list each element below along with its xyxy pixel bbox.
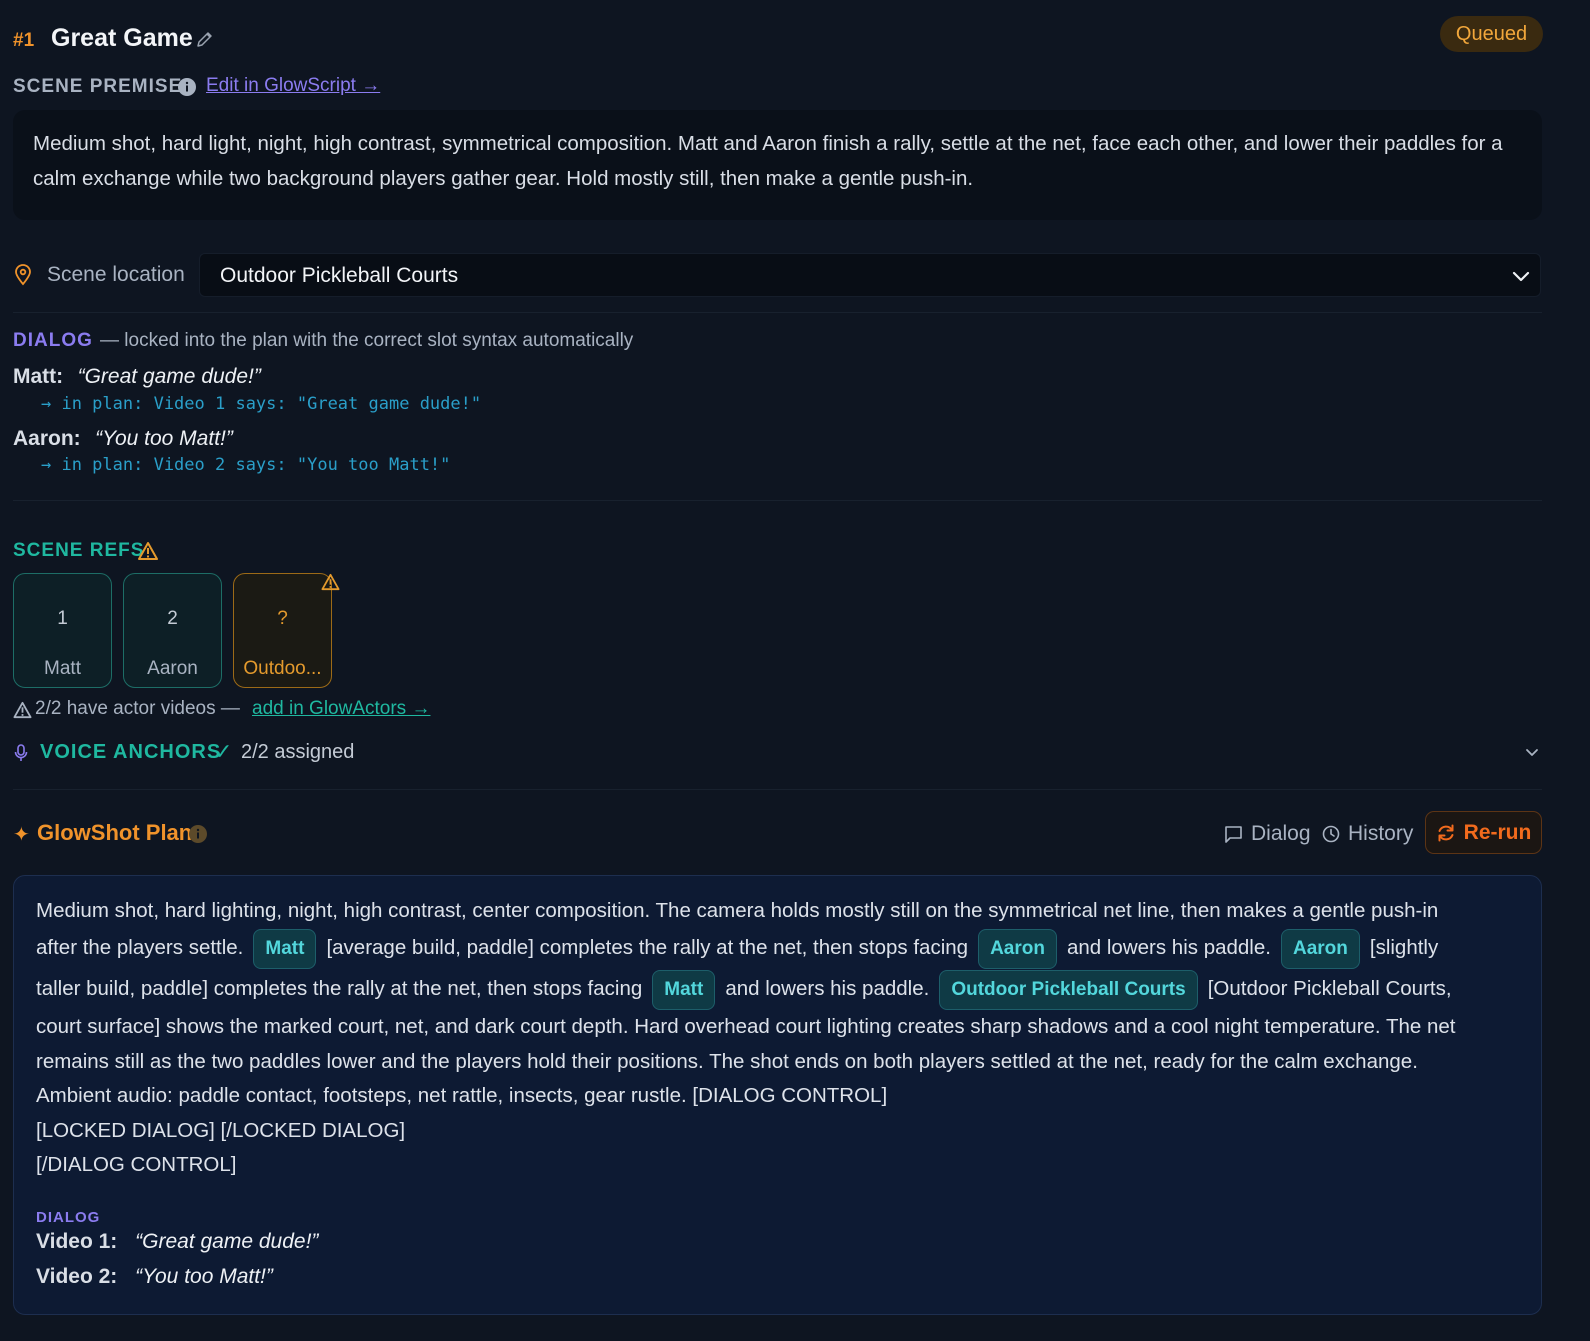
ref-name: Aaron [147, 658, 198, 679]
voice-anchors-label: VOICE ANCHORS [40, 741, 222, 763]
premise-label: SCENE PREMISE [13, 76, 183, 97]
chat-bubble-icon [1225, 825, 1242, 843]
plan-line: Ambient audio: paddle contact, footsteps… [36, 1084, 888, 1107]
rerun-button-label: Re-run [1463, 820, 1532, 844]
plan-line: [/DIALOG CONTROL] [36, 1153, 237, 1176]
scene-premise-text[interactable]: Medium shot, hard light, night, high con… [13, 110, 1542, 220]
dialog-quote: “Great game dude!” [77, 365, 261, 388]
dialog-button-label: Dialog [1251, 822, 1311, 845]
warning-icon [138, 542, 158, 560]
dialog-line: Matt: “Great game dude!” [13, 365, 261, 389]
info-icon[interactable] [188, 824, 208, 844]
history-button-label: History [1348, 822, 1414, 845]
dialog-plan-mapping: → in plan: Video 2 says: "You too Matt!" [41, 455, 451, 475]
warning-icon [13, 701, 32, 719]
divider [13, 789, 1542, 790]
dialog-label: DIALOG [13, 330, 93, 351]
chevron-down-icon[interactable] [1522, 744, 1542, 762]
divider [13, 500, 1542, 501]
ref-number: 1 [57, 608, 68, 629]
scene-ref-card[interactable]: 2 Aaron [123, 573, 222, 688]
plan-text-segment: taller build, paddle] completes the rall… [36, 977, 643, 1001]
scene-location-label: Scene location [47, 263, 185, 286]
plan-dialog-label: DIALOG [36, 1208, 101, 1226]
dialog-line: Aaron: “You too Matt!” [13, 427, 233, 451]
add-in-glowactors-link[interactable]: add in GlowActors → [252, 698, 430, 720]
refresh-icon [1438, 824, 1454, 841]
status-badge: Queued [1440, 16, 1543, 52]
actor-videos-status: 2/2 have actor videos — [35, 698, 240, 719]
scene-number: #1 [13, 30, 35, 51]
warning-icon [321, 573, 340, 591]
scene-refs-label: SCENE REFS [13, 540, 145, 561]
scene-location-value: Outdoor Pickleball Courts [220, 264, 459, 287]
scene-ref-card-missing[interactable]: ? Outdoo... [233, 573, 332, 688]
plan-line: Medium shot, hard lighting, night, high … [36, 899, 1439, 922]
ref-number: 2 [167, 608, 178, 629]
plan-text-segment: after the players settle. [36, 936, 244, 960]
pencil-icon[interactable] [195, 29, 215, 49]
plan-line: remains still as the two paddles lower a… [36, 1049, 1418, 1073]
dialog-plan-mapping: → in plan: Video 1 says: "Great game dud… [41, 394, 482, 414]
microphone-icon [14, 744, 28, 761]
sparkle-icon: ✦ [13, 824, 30, 846]
plan-line: after the players settle. Matt [average … [36, 928, 1519, 969]
ref-number: ? [277, 608, 288, 629]
ref-chip-location[interactable]: Outdoor Pickleball Courts [939, 969, 1198, 1010]
plan-text-segment: [Outdoor Pickleball Courts, [1207, 977, 1452, 1001]
plan-dialog-line: Video 1: “Great game dude!” [36, 1230, 1519, 1261]
plan-text: Medium shot, hard lighting, night, high … [36, 894, 1519, 1183]
ref-chip-aaron[interactable]: Aaron [978, 928, 1057, 969]
history-button[interactable]: History [1322, 819, 1413, 849]
plan-dialog-speaker: Video 2: [36, 1264, 118, 1288]
scene-title: Great Game [51, 24, 193, 52]
plan-dialog-line: Video 2: “You too Matt!” [36, 1265, 1519, 1296]
ref-chip-matt[interactable]: Matt [253, 928, 317, 969]
ref-name: Outdoo... [243, 658, 322, 679]
dialog-quote: “You too Matt!” [95, 427, 233, 450]
voice-anchors-status: 2/2 assigned [241, 741, 355, 763]
plan-text-segment: and lowers his paddle. [1066, 936, 1271, 960]
clock-icon [1322, 825, 1340, 843]
rerun-button[interactable]: Re-run [1425, 811, 1542, 854]
plan-line: taller build, paddle] completes the rall… [36, 969, 1519, 1010]
ref-chip-aaron[interactable]: Aaron [1280, 928, 1360, 969]
dialog-button[interactable]: Dialog [1224, 819, 1311, 849]
plan-text-segment: [slightly [1369, 936, 1439, 960]
edit-in-glowscript-link[interactable]: Edit in GlowScript → [206, 75, 380, 97]
scene-ref-card[interactable]: 1 Matt [13, 573, 112, 688]
plan-text-segment: and lowers his paddle. [725, 977, 930, 1001]
chevron-down-icon [1512, 271, 1530, 282]
glowshot-plan-box: Medium shot, hard lighting, night, high … [13, 875, 1542, 1315]
plan-line: court surface] shows the marked court, n… [36, 1015, 1456, 1038]
divider [13, 312, 1542, 313]
check-icon: ✓ [214, 739, 233, 764]
plan-dialog-quote: “Great game dude!” [135, 1229, 319, 1253]
glowshot-plan-title: GlowShot Plan [37, 820, 193, 845]
ref-chip-matt[interactable]: Matt [652, 969, 716, 1010]
dialog-description: — locked into the plan with the correct … [100, 330, 634, 351]
info-icon[interactable] [177, 77, 197, 97]
ref-name: Matt [44, 658, 81, 679]
location-pin-icon [15, 264, 31, 286]
dialog-speaker: Matt: [13, 365, 64, 388]
plan-dialog-speaker: Video 1: [36, 1229, 118, 1253]
plan-text-segment: [average build, paddle] completes the ra… [326, 936, 969, 960]
plan-line: [LOCKED DIALOG] [/LOCKED DIALOG] [36, 1118, 406, 1142]
plan-dialog-quote: “You too Matt!” [135, 1264, 273, 1288]
dialog-speaker: Aaron: [13, 427, 81, 450]
scene-location-select[interactable]: Outdoor Pickleball Courts [199, 253, 1541, 297]
